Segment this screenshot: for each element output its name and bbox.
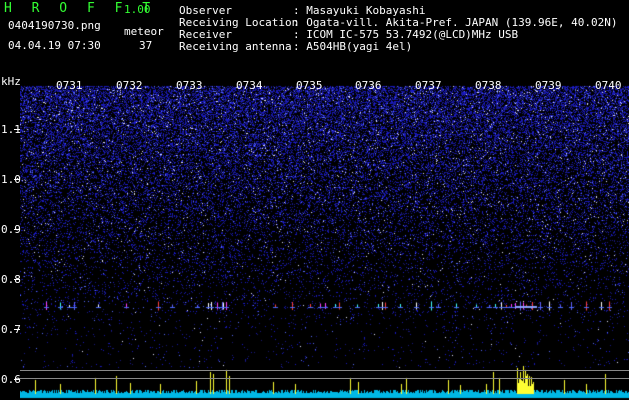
file-name: 0404190730.png — [8, 19, 101, 32]
app-version: 1.00 — [124, 3, 151, 16]
level-line-upper — [20, 370, 629, 371]
level-line-lower — [20, 378, 629, 379]
time-label-0738: 0738 — [475, 79, 502, 92]
y-tick — [14, 129, 20, 130]
info-key-antenna: Receiving antenna — [179, 40, 292, 53]
time-label-0737: 0737 — [415, 79, 442, 92]
time-label-0733: 0733 — [176, 79, 203, 92]
spectrogram-panel: kHz 1.1 1.0 0.9 0.8 0.7 0.6 0731 0732 07… — [0, 76, 629, 400]
y-tick — [14, 379, 20, 380]
y-tick — [14, 329, 20, 330]
time-label-0739: 0739 — [535, 79, 562, 92]
y-tick — [14, 229, 20, 230]
y-tick — [14, 279, 20, 280]
time-label-0732: 0732 — [116, 79, 143, 92]
info-value-antenna: : A504HB(yagi 4el) — [293, 40, 413, 53]
meteor-count: 37 — [139, 39, 153, 52]
time-label-0736: 0736 — [355, 79, 382, 92]
y-tick — [14, 179, 20, 180]
capture-datetime: 04.04.19 07:30 — [8, 39, 101, 52]
y-axis-unit: kHz — [1, 75, 21, 88]
time-label-0731: 0731 — [56, 79, 83, 92]
time-label-0735: 0735 — [296, 79, 323, 92]
time-label-0740: 0740 — [595, 79, 622, 92]
spectrogram-canvas — [20, 76, 629, 400]
meteor-label: meteor — [124, 25, 164, 38]
time-label-0734: 0734 — [236, 79, 263, 92]
